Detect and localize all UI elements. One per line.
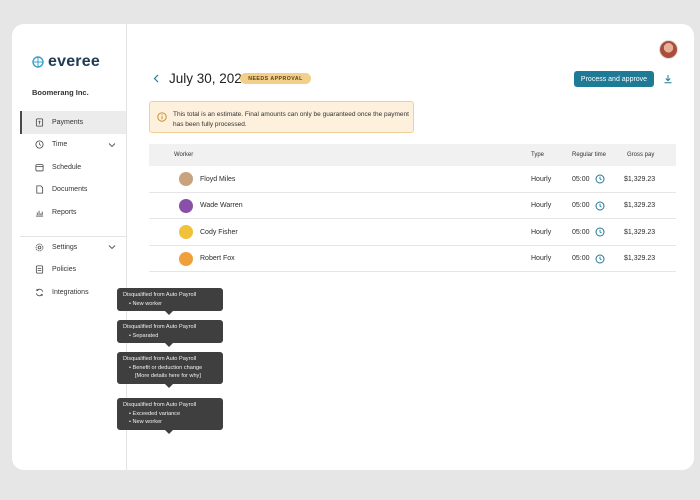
user-avatar[interactable]	[659, 40, 678, 59]
nav-item-label: Time	[52, 141, 68, 149]
worker-name: Wade Warren	[200, 202, 243, 209]
notice-text: This total is an estimate. Final amounts…	[173, 111, 409, 128]
policy-icon	[32, 265, 46, 274]
back-button[interactable]	[151, 72, 161, 84]
gross-pay: $1,329.23	[624, 228, 656, 236]
worker-avatar	[179, 198, 193, 213]
nav-item-policies[interactable]: Policies	[20, 259, 126, 282]
everee-logo-icon	[32, 56, 44, 68]
disqualified-tooltip: Disqualified from Auto Payroll • Separat…	[117, 320, 223, 348]
calendar-icon	[32, 163, 46, 172]
table-row[interactable]: Wade Warren Hourly 05:00 $1,329.23	[149, 193, 676, 219]
nav-item-time[interactable]: Time	[20, 134, 126, 157]
worker-name: Cody Fisher	[200, 228, 238, 236]
tooltip-bullet: • New worker	[129, 300, 163, 307]
company-name: Boomerang Inc.	[32, 88, 89, 97]
clock-icon	[32, 140, 46, 149]
nav-item-schedule[interactable]: Schedule	[20, 156, 126, 179]
clock-icon[interactable]	[595, 227, 605, 237]
nav-item-integrations[interactable]: Integrations	[20, 281, 126, 304]
app-card: everee Boomerang Inc. Payments Time Sche…	[12, 24, 694, 470]
gross-pay: $1,329.23	[624, 175, 656, 183]
tooltip-bullet: • Exceeded variance	[129, 410, 181, 417]
clock-icon[interactable]	[595, 174, 605, 184]
regular-time: 05:00	[572, 175, 590, 183]
tooltip-bullet: • New worker	[129, 419, 163, 426]
disqualified-tooltip: Disqualified from Auto Payroll • Benefit…	[117, 352, 223, 388]
tooltip-bullet-text: New worker	[132, 419, 163, 426]
gross-pay: $1,329.23	[624, 202, 656, 209]
chevron-left-icon	[153, 74, 159, 82]
document-icon	[32, 185, 46, 194]
gross-pay: $1,329.23	[624, 255, 656, 262]
disqualified-tooltip: Disqualified from Auto Payroll • New wor…	[117, 288, 223, 316]
secondary-nav: Settings Policies Integrations	[20, 236, 126, 304]
nav-item-label: Settings	[52, 243, 78, 251]
logo[interactable]: everee	[32, 53, 100, 71]
tooltip-bullet-text: Benefit or deduction change	[132, 364, 203, 371]
column-header-type[interactable]: Type	[531, 152, 544, 158]
clock-icon[interactable]	[595, 201, 605, 211]
worker-type: Hourly	[531, 202, 552, 209]
tooltip-details-link[interactable]: [More details here for why]	[123, 372, 217, 381]
nav-item-label: Reports	[52, 208, 77, 216]
worker-type: Hourly	[531, 228, 552, 236]
tooltip-title: Disqualified from Auto Payroll	[123, 292, 197, 298]
estimate-notice: This total is an estimate. Final amounts…	[149, 101, 414, 133]
nav-item-settings[interactable]: Settings	[20, 236, 126, 259]
payroll-table: Worker Type Regular time Gross pay Floyd…	[149, 144, 676, 272]
tooltip-title: Disqualified from Auto Payroll	[123, 356, 197, 362]
nav-item-label: Payments	[52, 118, 84, 126]
sync-icon	[32, 288, 46, 297]
gear-icon	[32, 243, 46, 252]
tooltip-bullet: • Benefit or deduction change	[129, 364, 203, 371]
worker-name: Floyd Miles	[200, 175, 236, 183]
nav-item-label: Documents	[52, 186, 88, 194]
info-icon	[157, 112, 167, 122]
column-header-gross-pay[interactable]: Gross pay	[627, 152, 654, 158]
tooltip-title: Disqualified from Auto Payroll	[123, 402, 197, 408]
worker-type: Hourly	[531, 175, 552, 183]
nav-item-label: Policies	[52, 266, 77, 274]
bar-chart-icon	[32, 208, 46, 217]
clock-icon[interactable]	[595, 254, 605, 264]
worker-type: Hourly	[531, 255, 552, 262]
table-row[interactable]: Robert Fox Hourly 05:00 $1,329.23	[149, 246, 676, 272]
nav-item-payments[interactable]: Payments	[20, 111, 126, 134]
table-row[interactable]: Cody Fisher Hourly 05:00 $1,329.23	[149, 219, 676, 246]
process-and-approve-button[interactable]: Process and approve	[574, 71, 654, 87]
nav-item-documents[interactable]: Documents	[20, 179, 126, 202]
tooltip-bullet-text: Separated	[132, 332, 159, 339]
nav-item-label: Integrations	[52, 288, 89, 296]
tooltip-bullet-text: New worker	[132, 300, 163, 307]
download-icon[interactable]	[663, 74, 673, 84]
tooltip-title: Disqualified from Auto Payroll	[123, 324, 197, 330]
chevron-down-icon[interactable]	[108, 243, 116, 251]
primary-nav: Payments Time Schedule Documents Reports	[20, 111, 126, 224]
table-row[interactable]: Floyd Miles Hourly 05:00 $1,329.23	[149, 166, 676, 193]
regular-time: 05:00	[572, 255, 590, 262]
worker-avatar	[179, 172, 193, 186]
column-header-worker[interactable]: Worker	[174, 152, 193, 158]
tooltip-bullet: • Separated	[129, 332, 159, 339]
column-header-regular-time[interactable]: Regular time	[572, 152, 606, 158]
logo-text: everee	[48, 53, 100, 70]
nav-item-label: Schedule	[52, 163, 82, 171]
status-badge: NEEDS APPROVAL	[240, 73, 311, 84]
worker-avatar	[179, 251, 193, 266]
nav-item-reports[interactable]: Reports	[20, 201, 126, 224]
worker-avatar	[179, 225, 193, 239]
chevron-down-icon[interactable]	[108, 141, 116, 149]
tooltip-bullet-text: Exceeded variance	[132, 410, 181, 417]
disqualified-tooltip: Disqualified from Auto Payroll • Exceede…	[117, 398, 223, 434]
page-title: July 30, 2022	[169, 71, 250, 86]
worker-name: Robert Fox	[200, 255, 235, 262]
regular-time: 05:00	[572, 202, 590, 209]
sidebar: everee Boomerang Inc. Payments Time Sche…	[12, 24, 127, 470]
table-header: Worker Type Regular time Gross pay	[149, 144, 676, 166]
payments-icon	[32, 118, 46, 127]
regular-time: 05:00	[572, 228, 590, 236]
